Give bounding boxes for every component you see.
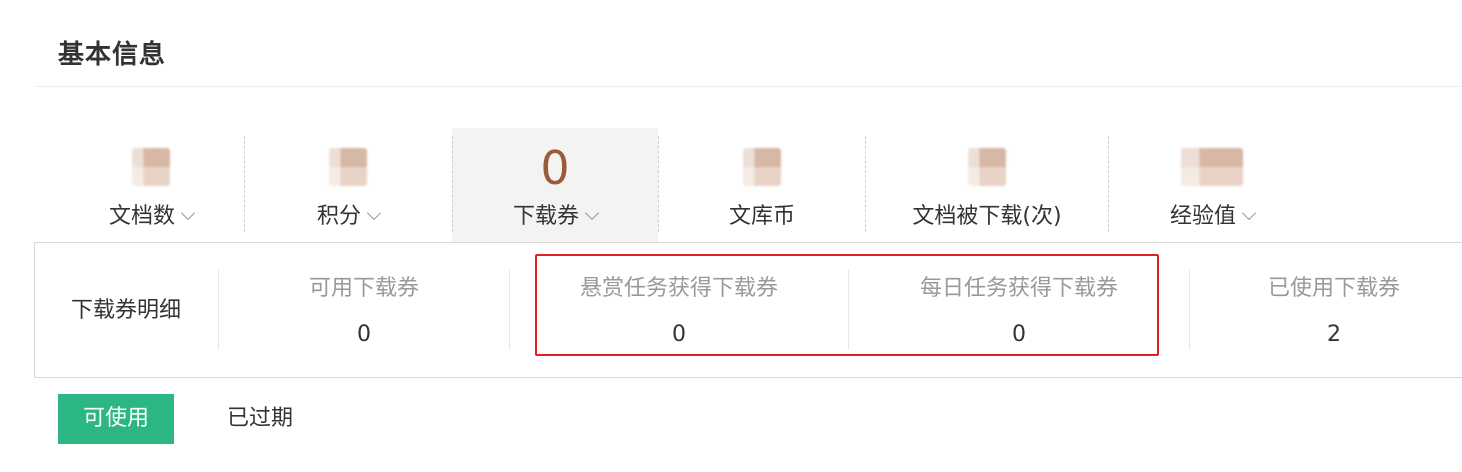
stat-label: 文档数	[108, 204, 175, 229]
column-value: 2	[1327, 322, 1341, 347]
stat-label: 文库币	[728, 204, 795, 229]
stat-experience[interactable]: 经验值	[1109, 128, 1315, 242]
title-divider	[34, 86, 1462, 87]
detail-column-available: 可用下载券 0	[219, 270, 509, 354]
blurred-value	[968, 148, 1006, 186]
chevron-down-icon	[1241, 205, 1257, 221]
section-title: 基本信息	[58, 40, 167, 70]
chevron-down-icon	[366, 205, 382, 221]
stat-doc-count[interactable]: 文档数	[58, 128, 244, 242]
detail-title: 下载券明细	[70, 298, 181, 323]
stat-value: 0	[540, 141, 570, 195]
divider	[452, 136, 453, 232]
column-value: 0	[357, 322, 371, 347]
highlight-annotation	[535, 254, 1159, 356]
stat-doc-downloaded[interactable]: 文档被下载(次)	[866, 128, 1108, 242]
chevron-down-icon	[584, 205, 600, 221]
stat-label: 积分	[316, 204, 361, 229]
tab-expired[interactable]: 已过期	[202, 394, 318, 444]
stat-points[interactable]: 积分	[245, 128, 451, 242]
blurred-value	[743, 148, 781, 186]
stat-download-coupons[interactable]: 0 下载券	[452, 128, 658, 242]
blurred-value	[132, 148, 170, 186]
chevron-down-icon	[180, 205, 196, 221]
stat-label: 下载券	[512, 204, 579, 229]
column-label: 可用下载券	[308, 276, 419, 301]
stat-label: 文档被下载(次)	[912, 204, 1062, 229]
blurred-value	[329, 148, 367, 186]
column-label: 已使用下载券	[1267, 276, 1400, 301]
stat-wenku-coins[interactable]: 文库币	[659, 128, 865, 242]
tab-usable[interactable]: 可使用	[58, 394, 174, 444]
blurred-value	[1181, 148, 1243, 186]
detail-column-used: 已使用下载券 2	[1190, 270, 1462, 354]
stat-label: 经验值	[1169, 204, 1236, 229]
